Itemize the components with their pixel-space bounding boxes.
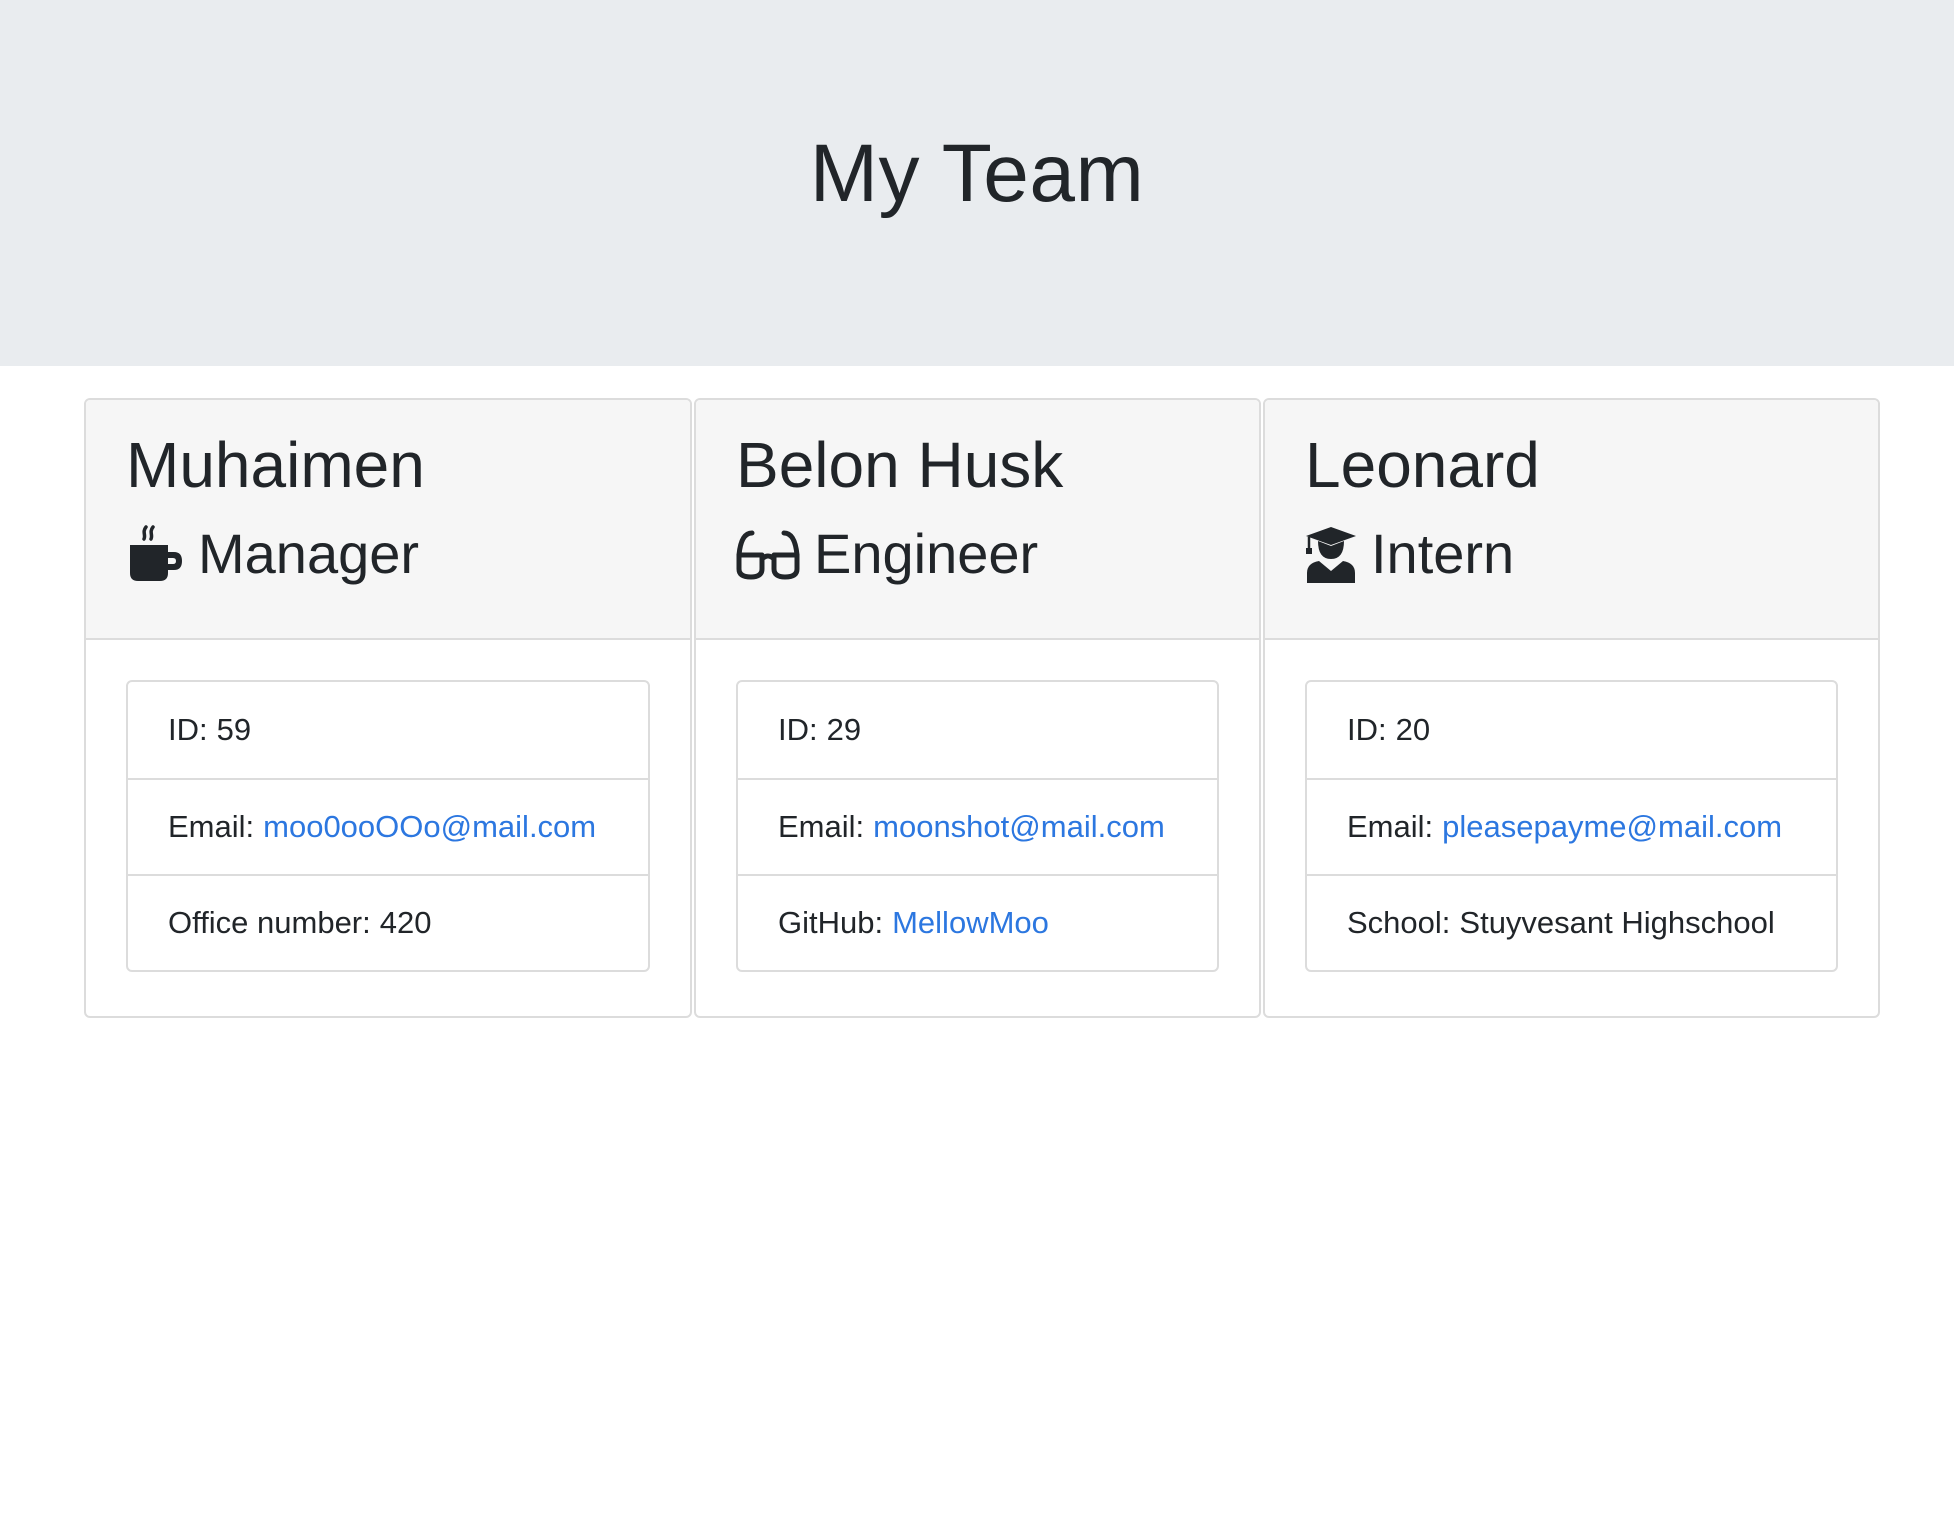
- mug-hot-icon: [126, 524, 184, 584]
- email-row: Email: moonshot@mail.com: [738, 778, 1217, 874]
- id-row: ID: 59: [128, 682, 648, 778]
- office-number-value: 420: [379, 905, 432, 940]
- card-body: ID: 59 Email: moo0ooOOo@mail.com Office …: [86, 640, 690, 972]
- id-value: 20: [1395, 712, 1431, 747]
- glasses-icon: [736, 524, 800, 584]
- employee-name: Muhaimen: [126, 429, 425, 501]
- employee-role: Engineer: [736, 520, 1219, 588]
- id-value: 29: [826, 712, 862, 747]
- employee-role: Intern: [1305, 520, 1838, 588]
- email-link[interactable]: moo0ooOOo@mail.com: [263, 809, 596, 845]
- github-link[interactable]: MellowMoo: [892, 905, 1049, 941]
- id-label: ID:: [168, 712, 208, 747]
- email-link[interactable]: pleasepayme@mail.com: [1442, 809, 1782, 845]
- github-row: GitHub: MellowMoo: [738, 874, 1217, 970]
- card-header: Belon Husk Engineer: [696, 400, 1259, 640]
- employee-card-manager: Muhaimen Manager ID: 59 Email: moo0ooOOo…: [84, 398, 692, 1018]
- id-row: ID: 20: [1307, 682, 1836, 778]
- email-label: Email:: [1347, 809, 1434, 844]
- role-label: Intern: [1371, 522, 1515, 585]
- employee-name: Leonard: [1305, 429, 1540, 501]
- email-row: Email: moo0ooOOo@mail.com: [128, 778, 648, 874]
- employee-details: ID: 20 Email: pleasepayme@mail.com Schoo…: [1305, 680, 1838, 972]
- email-link[interactable]: moonshot@mail.com: [873, 809, 1165, 845]
- role-label: Manager: [198, 522, 420, 585]
- id-label: ID:: [778, 712, 818, 747]
- card-header: Leonard Intern: [1265, 400, 1878, 640]
- school-label: School:: [1347, 905, 1451, 940]
- employee-card-engineer: Belon Husk Engineer ID: 29 Email: moonsh…: [694, 398, 1261, 1018]
- employee-details: ID: 29 Email: moonshot@mail.com GitHub: …: [736, 680, 1219, 972]
- school-row: School: Stuyvesant Highschool: [1307, 874, 1836, 970]
- employee-details: ID: 59 Email: moo0ooOOo@mail.com Office …: [126, 680, 650, 972]
- card-body: ID: 29 Email: moonshot@mail.com GitHub: …: [696, 640, 1259, 972]
- card-header: Muhaimen Manager: [86, 400, 690, 640]
- id-value: 59: [216, 712, 252, 747]
- page-title: My Team: [809, 128, 1145, 219]
- id-row: ID: 29: [738, 682, 1217, 778]
- office-number-row: Office number: 420: [128, 874, 648, 970]
- office-number-label: Office number:: [168, 905, 371, 940]
- page-header: My Team: [0, 0, 1954, 366]
- employee-name: Belon Husk: [736, 429, 1064, 501]
- email-label: Email:: [168, 809, 255, 844]
- role-label: Engineer: [814, 522, 1039, 585]
- email-label: Email:: [778, 809, 865, 844]
- github-label: GitHub:: [778, 905, 884, 940]
- employee-card-intern: Leonard Intern ID: 20 Email: pleasepayme…: [1263, 398, 1880, 1018]
- user-graduate-icon: [1305, 524, 1357, 584]
- id-label: ID:: [1347, 712, 1387, 747]
- team-cards: Muhaimen Manager ID: 59 Email: moo0ooOOo…: [84, 398, 1880, 1018]
- email-row: Email: pleasepayme@mail.com: [1307, 778, 1836, 874]
- employee-role: Manager: [126, 520, 650, 588]
- school-value: Stuyvesant Highschool: [1459, 905, 1775, 940]
- card-body: ID: 20 Email: pleasepayme@mail.com Schoo…: [1265, 640, 1878, 972]
